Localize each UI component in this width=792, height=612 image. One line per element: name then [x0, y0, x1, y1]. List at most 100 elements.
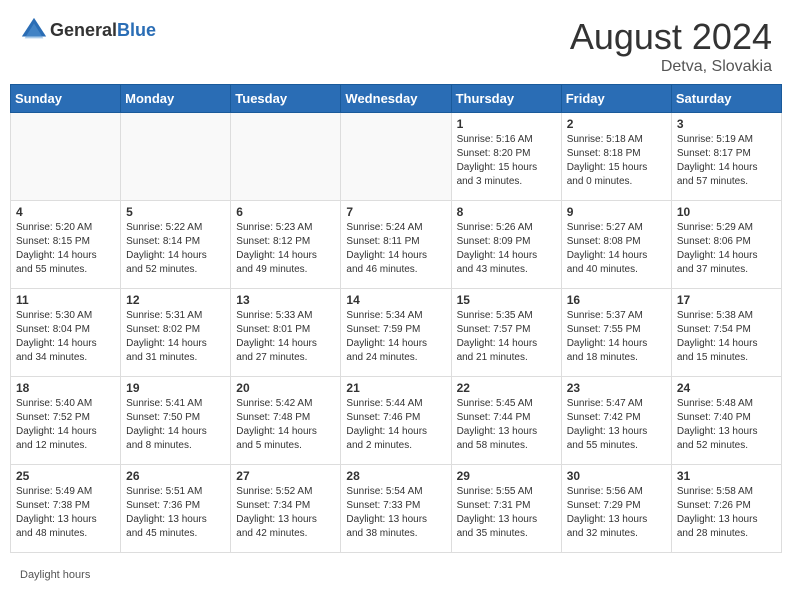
day-number: 18	[16, 381, 115, 395]
day-number: 5	[126, 205, 225, 219]
day-number: 23	[567, 381, 666, 395]
calendar-cell: 8 Sunrise: 5:26 AMSunset: 8:09 PMDaylight…	[451, 201, 561, 289]
logo: GeneralBlue	[20, 16, 156, 44]
day-number: 30	[567, 469, 666, 483]
calendar-cell: 25 Sunrise: 5:49 AMSunset: 7:38 PMDayligh…	[11, 465, 121, 553]
footer: Daylight hours	[0, 563, 792, 587]
calendar-week-row: 25 Sunrise: 5:49 AMSunset: 7:38 PMDayligh…	[11, 465, 782, 553]
calendar-cell: 18 Sunrise: 5:40 AMSunset: 7:52 PMDayligh…	[11, 377, 121, 465]
calendar-cell: 21 Sunrise: 5:44 AMSunset: 7:46 PMDayligh…	[341, 377, 451, 465]
month-year: August 2024	[570, 16, 772, 58]
calendar-cell	[231, 113, 341, 201]
day-number: 8	[457, 205, 556, 219]
day-number: 24	[677, 381, 776, 395]
day-number: 14	[346, 293, 445, 307]
weekday-header: Wednesday	[341, 85, 451, 113]
day-info: Sunrise: 5:56 AMSunset: 7:29 PMDaylight:…	[567, 485, 666, 541]
day-number: 28	[346, 469, 445, 483]
day-number: 16	[567, 293, 666, 307]
day-info: Sunrise: 5:26 AMSunset: 8:09 PMDaylight:…	[457, 221, 556, 277]
day-info: Sunrise: 5:20 AMSunset: 8:15 PMDaylight:…	[16, 221, 115, 277]
calendar-cell: 10Sunrise: 5:29 AMSunset: 8:06 PMDayligh…	[671, 201, 781, 289]
calendar-cell: 13Sunrise: 5:33 AMSunset: 8:01 PMDayligh…	[231, 289, 341, 377]
day-number: 9	[567, 205, 666, 219]
calendar-cell: 14 Sunrise: 5:34 AMSunset: 7:59 PMDayligh…	[341, 289, 451, 377]
day-info: Sunrise: 5:40 AMSunset: 7:52 PMDaylight:…	[16, 397, 115, 453]
day-number: 4	[16, 205, 115, 219]
calendar-cell: 29 Sunrise: 5:55 AMSunset: 7:31 PMDayligh…	[451, 465, 561, 553]
calendar-cell: 12 Sunrise: 5:31 AMSunset: 8:02 PMDayligh…	[121, 289, 231, 377]
day-info: Sunrise: 5:49 AMSunset: 7:38 PMDaylight:…	[16, 485, 115, 541]
calendar-cell: 2 Sunrise: 5:18 AMSunset: 8:18 PMDaylight…	[561, 113, 671, 201]
day-number: 11	[16, 293, 115, 307]
calendar-cell: 23Sunrise: 5:47 AMSunset: 7:42 PMDayligh…	[561, 377, 671, 465]
day-info: Sunrise: 5:24 AMSunset: 8:11 PMDaylight:…	[346, 221, 445, 277]
calendar-wrapper: SundayMondayTuesdayWednesdayThursdayFrid…	[0, 84, 792, 563]
calendar-cell: 15Sunrise: 5:35 AMSunset: 7:57 PMDayligh…	[451, 289, 561, 377]
day-info: Sunrise: 5:42 AMSunset: 7:48 PMDaylight:…	[236, 397, 335, 453]
day-number: 17	[677, 293, 776, 307]
day-info: Sunrise: 5:34 AMSunset: 7:59 PMDaylight:…	[346, 309, 445, 365]
day-info: Sunrise: 5:27 AMSunset: 8:08 PMDaylight:…	[567, 221, 666, 277]
day-info: Sunrise: 5:22 AMSunset: 8:14 PMDaylight:…	[126, 221, 225, 277]
calendar-cell: 7 Sunrise: 5:24 AMSunset: 8:11 PMDaylight…	[341, 201, 451, 289]
day-info: Sunrise: 5:29 AMSunset: 8:06 PMDaylight:…	[677, 221, 776, 277]
calendar-cell: 3 Sunrise: 5:19 AMSunset: 8:17 PMDaylight…	[671, 113, 781, 201]
day-info: Sunrise: 5:51 AMSunset: 7:36 PMDaylight:…	[126, 485, 225, 541]
calendar-cell: 11Sunrise: 5:30 AMSunset: 8:04 PMDayligh…	[11, 289, 121, 377]
weekday-header: Thursday	[451, 85, 561, 113]
day-number: 12	[126, 293, 225, 307]
day-number: 19	[126, 381, 225, 395]
daylight-label: Daylight hours	[20, 569, 90, 581]
calendar-cell: 22Sunrise: 5:45 AMSunset: 7:44 PMDayligh…	[451, 377, 561, 465]
calendar-cell: 27 Sunrise: 5:52 AMSunset: 7:34 PMDayligh…	[231, 465, 341, 553]
day-number: 27	[236, 469, 335, 483]
calendar-cell: 5 Sunrise: 5:22 AMSunset: 8:14 PMDaylight…	[121, 201, 231, 289]
calendar-cell	[341, 113, 451, 201]
day-info: Sunrise: 5:18 AMSunset: 8:18 PMDaylight:…	[567, 133, 666, 189]
day-number: 20	[236, 381, 335, 395]
day-number: 3	[677, 117, 776, 131]
day-info: Sunrise: 5:45 AMSunset: 7:44 PMDaylight:…	[457, 397, 556, 453]
day-number: 26	[126, 469, 225, 483]
day-info: Sunrise: 5:38 AMSunset: 7:54 PMDaylight:…	[677, 309, 776, 365]
day-info: Sunrise: 5:52 AMSunset: 7:34 PMDaylight:…	[236, 485, 335, 541]
day-info: Sunrise: 5:58 AMSunset: 7:26 PMDaylight:…	[677, 485, 776, 541]
day-number: 25	[16, 469, 115, 483]
day-number: 29	[457, 469, 556, 483]
calendar-cell: 24 Sunrise: 5:48 AMSunset: 7:40 PMDayligh…	[671, 377, 781, 465]
calendar-body: 1Sunrise: 5:16 AMSunset: 8:20 PMDaylight…	[11, 113, 782, 553]
day-info: Sunrise: 5:44 AMSunset: 7:46 PMDaylight:…	[346, 397, 445, 453]
day-number: 21	[346, 381, 445, 395]
day-info: Sunrise: 5:19 AMSunset: 8:17 PMDaylight:…	[677, 133, 776, 189]
logo-blue: Blue	[117, 20, 156, 40]
calendar-cell: 30 Sunrise: 5:56 AMSunset: 7:29 PMDayligh…	[561, 465, 671, 553]
day-info: Sunrise: 5:37 AMSunset: 7:55 PMDaylight:…	[567, 309, 666, 365]
day-info: Sunrise: 5:23 AMSunset: 8:12 PMDaylight:…	[236, 221, 335, 277]
weekday-header: Monday	[121, 85, 231, 113]
calendar-week-row: 1Sunrise: 5:16 AMSunset: 8:20 PMDaylight…	[11, 113, 782, 201]
calendar-cell: 26 Sunrise: 5:51 AMSunset: 7:36 PMDayligh…	[121, 465, 231, 553]
calendar-week-row: 18 Sunrise: 5:40 AMSunset: 7:52 PMDayligh…	[11, 377, 782, 465]
day-number: 1	[457, 117, 556, 131]
calendar-cell: 1Sunrise: 5:16 AMSunset: 8:20 PMDaylight…	[451, 113, 561, 201]
day-info: Sunrise: 5:31 AMSunset: 8:02 PMDaylight:…	[126, 309, 225, 365]
calendar-cell: 19Sunrise: 5:41 AMSunset: 7:50 PMDayligh…	[121, 377, 231, 465]
weekday-header: Friday	[561, 85, 671, 113]
day-number: 7	[346, 205, 445, 219]
calendar-table: SundayMondayTuesdayWednesdayThursdayFrid…	[10, 84, 782, 553]
calendar-cell	[121, 113, 231, 201]
weekday-header-row: SundayMondayTuesdayWednesdayThursdayFrid…	[11, 85, 782, 113]
day-info: Sunrise: 5:54 AMSunset: 7:33 PMDaylight:…	[346, 485, 445, 541]
location: Detva, Slovakia	[570, 58, 772, 76]
calendar-cell: 17 Sunrise: 5:38 AMSunset: 7:54 PMDayligh…	[671, 289, 781, 377]
day-number: 2	[567, 117, 666, 131]
day-info: Sunrise: 5:33 AMSunset: 8:01 PMDaylight:…	[236, 309, 335, 365]
weekday-header: Tuesday	[231, 85, 341, 113]
day-info: Sunrise: 5:48 AMSunset: 7:40 PMDaylight:…	[677, 397, 776, 453]
title-block: August 2024 Detva, Slovakia	[570, 16, 772, 76]
day-number: 6	[236, 205, 335, 219]
calendar-week-row: 4 Sunrise: 5:20 AMSunset: 8:15 PMDaylight…	[11, 201, 782, 289]
calendar-cell: 20 Sunrise: 5:42 AMSunset: 7:48 PMDayligh…	[231, 377, 341, 465]
day-info: Sunrise: 5:55 AMSunset: 7:31 PMDaylight:…	[457, 485, 556, 541]
